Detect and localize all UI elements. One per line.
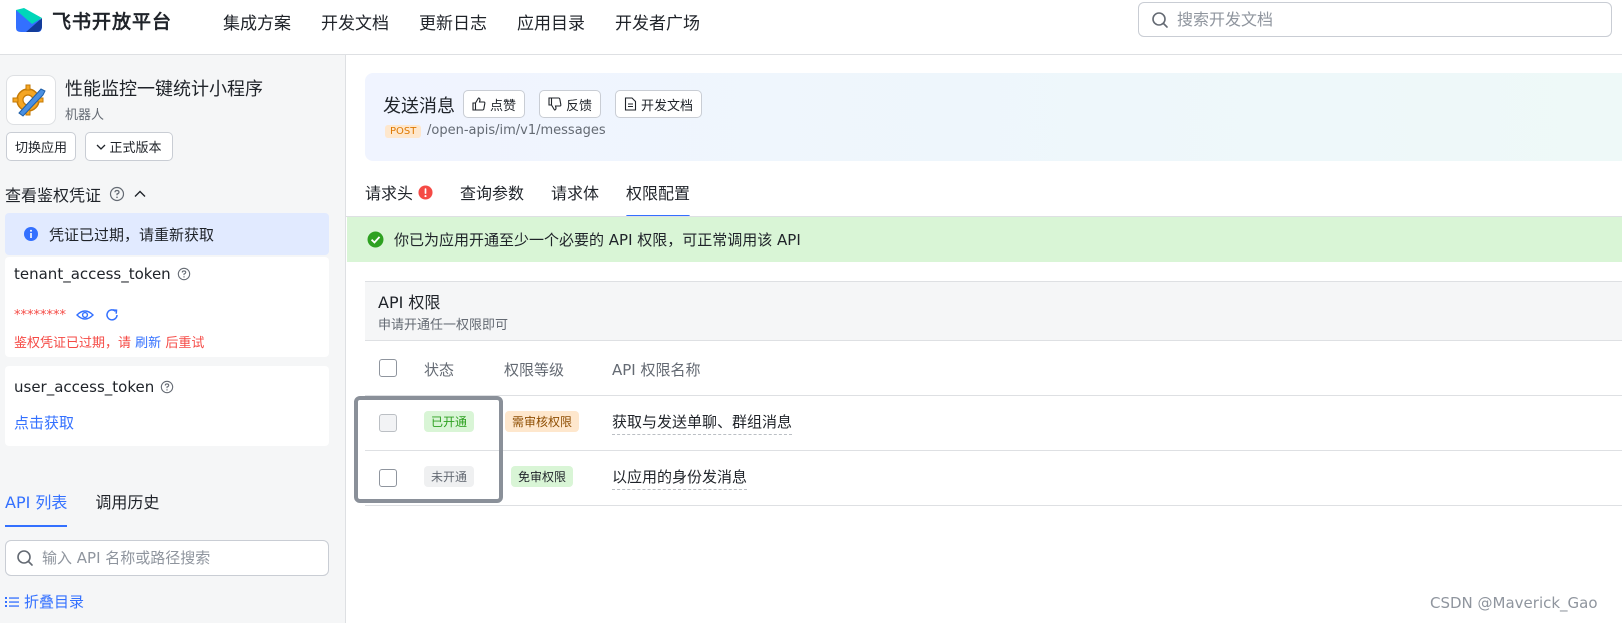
nav-item-changelog[interactable]: 更新日志 <box>419 9 487 34</box>
get-user-token-link[interactable]: 点击获取 <box>14 412 74 433</box>
permission-success-banner: 你已为应用开通至少一个必要的 API 权限，可正常调用该 API <box>347 217 1622 262</box>
dev-docs-label: 开发文档 <box>641 98 694 114</box>
help-icon[interactable] <box>160 380 174 394</box>
column-level: 权限等级 <box>504 361 565 379</box>
eye-icon[interactable] <box>76 308 94 322</box>
app-name: 性能监控一键统计小程序 <box>65 79 263 100</box>
feedback-label: 反馈 <box>566 98 593 114</box>
tab-request-header[interactable]: 请求头 <box>365 180 433 218</box>
tenant-token-masked: ******** <box>14 307 66 323</box>
tab-api-list[interactable]: API 列表 <box>5 489 68 527</box>
api-path: /open-apis/im/v1/messages <box>427 123 606 138</box>
info-icon <box>24 227 38 241</box>
doc-search[interactable] <box>1138 2 1612 37</box>
list-icon <box>5 596 19 607</box>
version-label: 正式版本 <box>109 141 162 156</box>
document-icon <box>624 97 637 111</box>
thumbs-down-icon <box>548 97 562 111</box>
nav-item-docs[interactable]: 开发文档 <box>321 9 389 34</box>
column-permission-name: API 权限名称 <box>612 361 701 379</box>
app-avatar <box>6 75 56 125</box>
api-search[interactable] <box>5 540 329 576</box>
top-nav: 飞书开放平台 集成方案 开发文档 更新日志 应用目录 开发者广场 <box>0 0 1622 55</box>
api-header-card: 发送消息 点赞 反馈 开发文档 POST /open-apis/im/v1/me… <box>365 73 1622 161</box>
level-badge: 需审核权限 <box>505 411 580 432</box>
permission-title: API 权限 <box>378 293 441 312</box>
tab-call-history[interactable]: 调用历史 <box>95 489 159 527</box>
refresh-token-link[interactable]: 刷新 <box>135 336 161 351</box>
help-icon[interactable] <box>177 267 191 281</box>
collapse-directory-button[interactable]: 折叠目录 <box>5 591 84 612</box>
token-error-message: 鉴权凭证已过期，请 刷新 后重试 <box>14 332 204 351</box>
permission-table-header: 状态 权限等级 API 权限名称 <box>365 341 1622 396</box>
nav-item-developer-square[interactable]: 开发者广场 <box>615 9 700 34</box>
switch-app-button[interactable]: 切换应用 <box>6 132 76 161</box>
user-token-name: user_access_token <box>14 378 155 396</box>
credential-title: 查看鉴权凭证 <box>5 186 102 205</box>
success-text: 你已为应用开通至少一个必要的 API 权限，可正常调用该 API <box>394 231 801 249</box>
http-method-badge: POST <box>385 125 422 138</box>
search-icon <box>17 550 33 566</box>
check-circle-icon <box>367 231 384 248</box>
like-button[interactable]: 点赞 <box>463 90 526 118</box>
nav-item-app-directory[interactable]: 应用目录 <box>517 9 585 34</box>
tenant-token-value: ******** <box>14 307 120 323</box>
permission-name[interactable]: 获取与发送单聊、群组消息 <box>612 411 793 435</box>
gear-wrench-icon <box>12 84 46 117</box>
select-all-checkbox[interactable] <box>379 359 397 377</box>
credential-expired-alert: 凭证已过期，请重新获取 <box>5 213 329 255</box>
level-badge: 免审权限 <box>511 466 574 487</box>
sidebar: 性能监控一键统计小程序 机器人 切换应用 正式版本 查看鉴权凭证 凭证已过期，请… <box>0 55 346 623</box>
doc-search-input[interactable] <box>1177 10 1597 29</box>
tenant-token-card: tenant_access_token ******** 鉴权凭证已过期，请 刷… <box>5 257 329 357</box>
feedback-button[interactable]: 反馈 <box>539 90 602 118</box>
user-token-card: user_access_token 点击获取 <box>5 366 329 446</box>
chevron-down-icon <box>97 144 106 150</box>
switch-app-label: 切换应用 <box>14 141 67 156</box>
sidebar-tabs: API 列表 调用历史 <box>5 489 159 527</box>
logo[interactable]: 飞书开放平台 <box>14 6 172 34</box>
like-label: 点赞 <box>490 98 517 114</box>
nav-menu: 集成方案 开发文档 更新日志 应用目录 开发者广场 <box>223 9 700 34</box>
tenant-token-name: tenant_access_token <box>14 265 171 283</box>
token-error-suffix: 后重试 <box>165 336 205 351</box>
error-icon <box>418 184 433 200</box>
nav-item-solutions[interactable]: 集成方案 <box>223 9 291 34</box>
tenant-token-label: tenant_access_token <box>14 265 191 283</box>
search-icon <box>1152 11 1168 28</box>
column-status: 状态 <box>424 361 455 379</box>
tab-request-header-label: 请求头 <box>365 184 414 203</box>
api-detail-tabs: 请求头 查询参数 请求体 权限配置 <box>365 180 691 218</box>
thumbs-up-icon <box>472 97 486 111</box>
tab-request-body[interactable]: 请求体 <box>551 180 599 218</box>
collapse-label: 折叠目录 <box>24 593 85 611</box>
table-row: 已开通 需审核权限 获取与发送单聊、群组消息 <box>365 396 1622 451</box>
annotation-highlight-box <box>354 396 503 503</box>
token-error-prefix: 鉴权凭证已过期，请 <box>14 336 132 351</box>
help-icon[interactable] <box>109 186 125 202</box>
api-search-input[interactable] <box>42 549 322 567</box>
tab-permission-config[interactable]: 权限配置 <box>626 180 691 218</box>
api-title: 发送消息 <box>383 96 455 117</box>
watermark: CSDN @Maverick_Gao <box>1430 594 1598 612</box>
version-dropdown[interactable]: 正式版本 <box>85 132 173 161</box>
tab-query-params[interactable]: 查询参数 <box>460 180 524 218</box>
refresh-icon[interactable] <box>104 307 120 323</box>
credential-section-toggle[interactable]: 查看鉴权凭证 <box>5 182 147 206</box>
chevron-up-icon[interactable] <box>133 187 147 201</box>
credential-alert-text: 凭证已过期，请重新获取 <box>49 225 215 244</box>
table-row: 未开通 免审权限 以应用的身份发消息 <box>365 451 1622 506</box>
permission-name[interactable]: 以应用的身份发消息 <box>612 466 748 490</box>
dev-docs-button[interactable]: 开发文档 <box>615 90 703 118</box>
feishu-logo-icon <box>16 8 42 32</box>
logo-text: 飞书开放平台 <box>52 10 173 33</box>
permission-section-header: API 权限 申请开通任一权限即可 <box>365 281 1622 341</box>
app-type: 机器人 <box>65 108 105 123</box>
permission-subtitle: 申请开通任一权限即可 <box>378 318 509 333</box>
user-token-label: user_access_token <box>14 378 174 396</box>
